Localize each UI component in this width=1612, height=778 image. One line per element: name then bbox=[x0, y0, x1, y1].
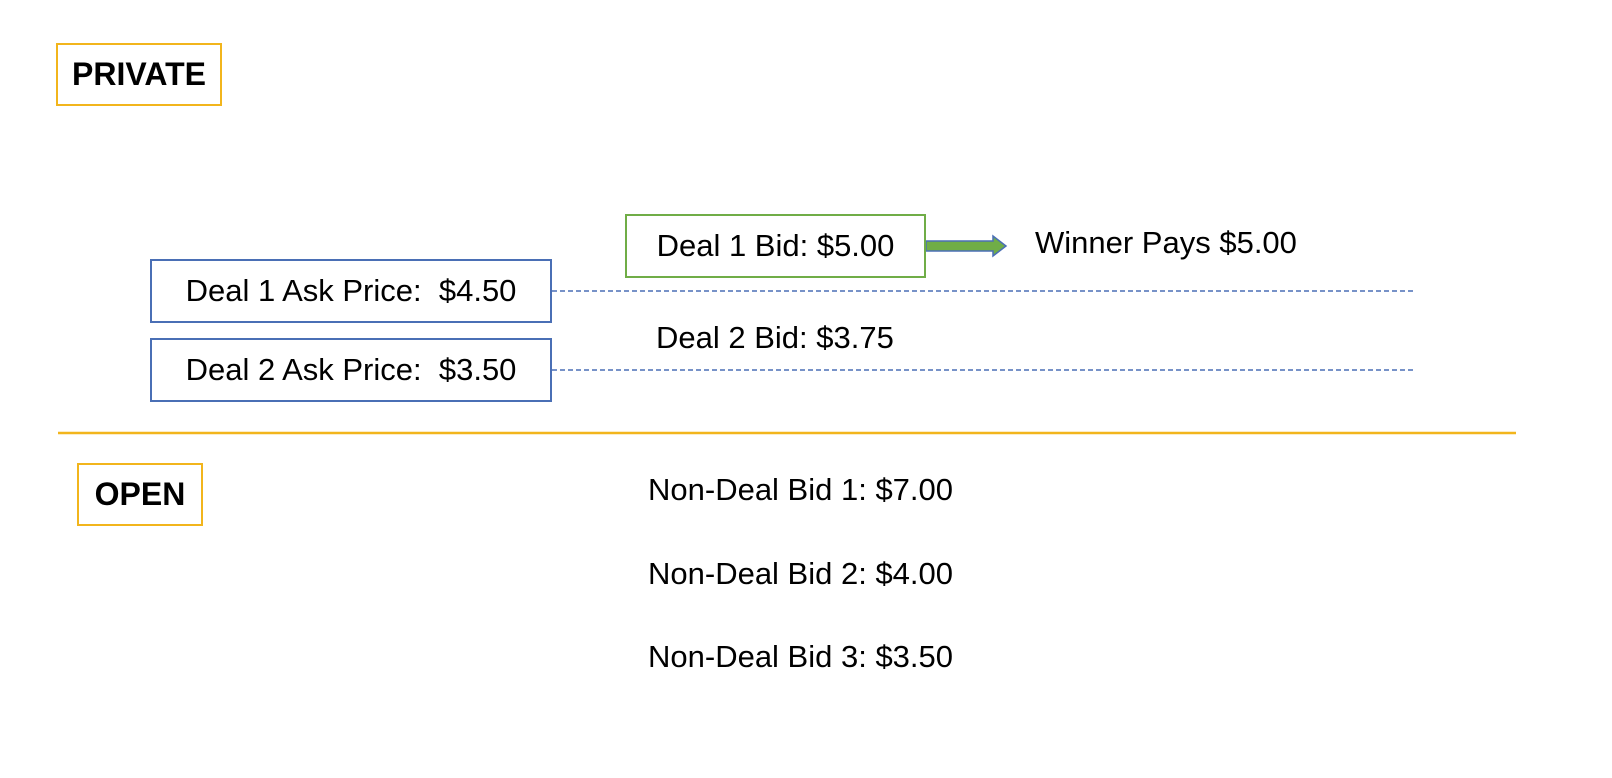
deal-1-ask-price-box: Deal 1 Ask Price: $4.50 bbox=[150, 259, 552, 323]
open-section-label: OPEN bbox=[77, 463, 203, 526]
private-section-label: PRIVATE bbox=[56, 43, 222, 106]
non-deal-bid-2-text: Non-Deal Bid 2: $4.00 bbox=[648, 556, 954, 591]
deal-1-bid-box: Deal 1 Bid: $5.00 bbox=[625, 214, 926, 278]
non-deal-bid-1-text: Non-Deal Bid 1: $7.00 bbox=[648, 472, 954, 507]
deal-2-bid-text: Deal 2 Bid: $3.75 bbox=[656, 320, 894, 355]
winner-arrow-icon bbox=[925, 234, 1008, 258]
deal-2-ask-price-box: Deal 2 Ask Price: $3.50 bbox=[150, 338, 552, 402]
non-deal-bid-3-text: Non-Deal Bid 3: $3.50 bbox=[648, 639, 954, 674]
winner-pays-text: Winner Pays $5.00 bbox=[1035, 225, 1297, 260]
